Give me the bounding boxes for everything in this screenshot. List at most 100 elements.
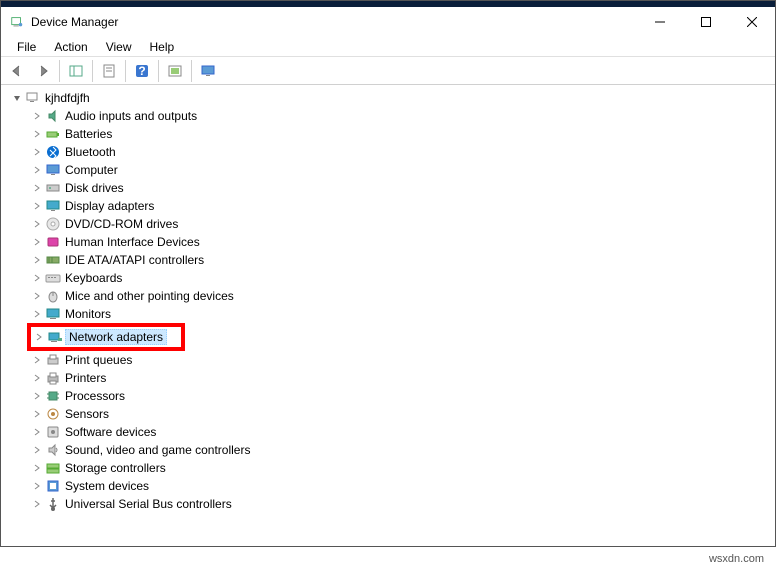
tree-item-software[interactable]: Software devices [3,423,773,441]
tree-item-keyboard[interactable]: Keyboards [3,269,773,287]
chevron-right-icon[interactable] [31,354,43,366]
bluetooth-icon [45,144,61,160]
window-title: Device Manager [9,14,637,30]
audio-icon [45,108,61,124]
tree-root[interactable]: kjhdfdjfh [3,89,773,107]
sensor-icon [45,406,61,422]
device-tree[interactable]: kjhdfdjfh Audio inputs and outputsBatter… [1,85,775,546]
tree-item-label: Software devices [63,425,158,439]
chevron-right-icon[interactable] [31,498,43,510]
tree-item-bluetooth[interactable]: Bluetooth [3,143,773,161]
tree-item-disk[interactable]: Disk drives [3,179,773,197]
app-icon [9,14,25,30]
toolbar-separator [125,60,126,82]
tree-item-network[interactable]: Network adapters [33,328,179,346]
mouse-icon [45,288,61,304]
disk-icon [45,180,61,196]
tree-item-label: Print queues [63,353,134,367]
chevron-right-icon[interactable] [33,331,45,343]
menu-action[interactable]: Action [46,38,95,56]
tree-item-label: Monitors [63,307,113,321]
close-button[interactable] [729,7,775,37]
help-button[interactable]: ? [130,59,154,83]
forward-button[interactable] [31,59,55,83]
tree-item-sound[interactable]: Sound, video and game controllers [3,441,773,459]
tree-item-computer[interactable]: Computer [3,161,773,179]
ide-icon [45,252,61,268]
chevron-right-icon[interactable] [31,272,43,284]
highlight-box: Network adapters [27,323,185,351]
dvd-icon [45,216,61,232]
chevron-right-icon[interactable] [31,128,43,140]
computer-view-button[interactable] [196,59,220,83]
tree-item-ide[interactable]: IDE ATA/ATAPI controllers [3,251,773,269]
storage-icon [45,460,61,476]
menu-view[interactable]: View [98,38,140,56]
device-manager-window: Device Manager File Action View Help ? k… [0,0,776,547]
chevron-right-icon[interactable] [31,164,43,176]
menu-help[interactable]: Help [142,38,183,56]
chevron-right-icon[interactable] [31,254,43,266]
tree-item-system[interactable]: System devices [3,477,773,495]
tree-item-label: Processors [63,389,127,403]
chevron-right-icon[interactable] [31,110,43,122]
tree-item-dvd[interactable]: DVD/CD-ROM drives [3,215,773,233]
scan-button[interactable] [163,59,187,83]
minimize-button[interactable] [637,7,683,37]
tree-item-label: Storage controllers [63,461,168,475]
tree-item-mouse[interactable]: Mice and other pointing devices [3,287,773,305]
tree-item-label: Network adapters [65,329,167,345]
chevron-down-icon[interactable] [11,92,23,104]
tree-item-cpu[interactable]: Processors [3,387,773,405]
tree-item-label: IDE ATA/ATAPI controllers [63,253,206,267]
tree-item-printq[interactable]: Print queues [3,351,773,369]
toolbar-separator [59,60,60,82]
tree-item-label: Bluetooth [63,145,118,159]
cpu-icon [45,388,61,404]
tree-item-sensor[interactable]: Sensors [3,405,773,423]
chevron-right-icon[interactable] [31,390,43,402]
menu-file[interactable]: File [9,38,44,56]
toolbar-separator [158,60,159,82]
toolbar: ? [1,57,775,85]
tree-item-label: Mice and other pointing devices [63,289,236,303]
usb-icon [45,496,61,512]
tree-item-usb[interactable]: Universal Serial Bus controllers [3,495,773,513]
maximize-button[interactable] [683,7,729,37]
tree-item-battery[interactable]: Batteries [3,125,773,143]
software-icon [45,424,61,440]
chevron-right-icon[interactable] [31,200,43,212]
show-hide-button[interactable] [64,59,88,83]
tree-item-label: DVD/CD-ROM drives [63,217,180,231]
tree-item-label: Sensors [63,407,111,421]
tree-item-printer[interactable]: Printers [3,369,773,387]
tree-item-audio[interactable]: Audio inputs and outputs [3,107,773,125]
chevron-right-icon[interactable] [31,308,43,320]
chevron-right-icon[interactable] [31,480,43,492]
chevron-right-icon[interactable] [31,146,43,158]
chevron-right-icon[interactable] [31,444,43,456]
tree-item-label: Human Interface Devices [63,235,202,249]
computer-icon [45,162,61,178]
toolbar-separator [191,60,192,82]
chevron-right-icon[interactable] [31,290,43,302]
chevron-right-icon[interactable] [31,462,43,474]
network-icon [47,329,63,345]
chevron-right-icon[interactable] [31,426,43,438]
chevron-right-icon[interactable] [31,408,43,420]
chevron-right-icon[interactable] [31,372,43,384]
properties-button[interactable] [97,59,121,83]
back-button[interactable] [5,59,29,83]
tree-item-monitor[interactable]: Monitors [3,305,773,323]
system-icon [45,478,61,494]
tree-item-hid[interactable]: Human Interface Devices [3,233,773,251]
chevron-right-icon[interactable] [31,236,43,248]
toolbar-separator [92,60,93,82]
tree-item-storage[interactable]: Storage controllers [3,459,773,477]
menubar: File Action View Help [1,37,775,57]
chevron-right-icon[interactable] [31,218,43,230]
tree-item-display[interactable]: Display adapters [3,197,773,215]
titlebar: Device Manager [1,7,775,37]
tree-item-label: Display adapters [63,199,156,213]
chevron-right-icon[interactable] [31,182,43,194]
